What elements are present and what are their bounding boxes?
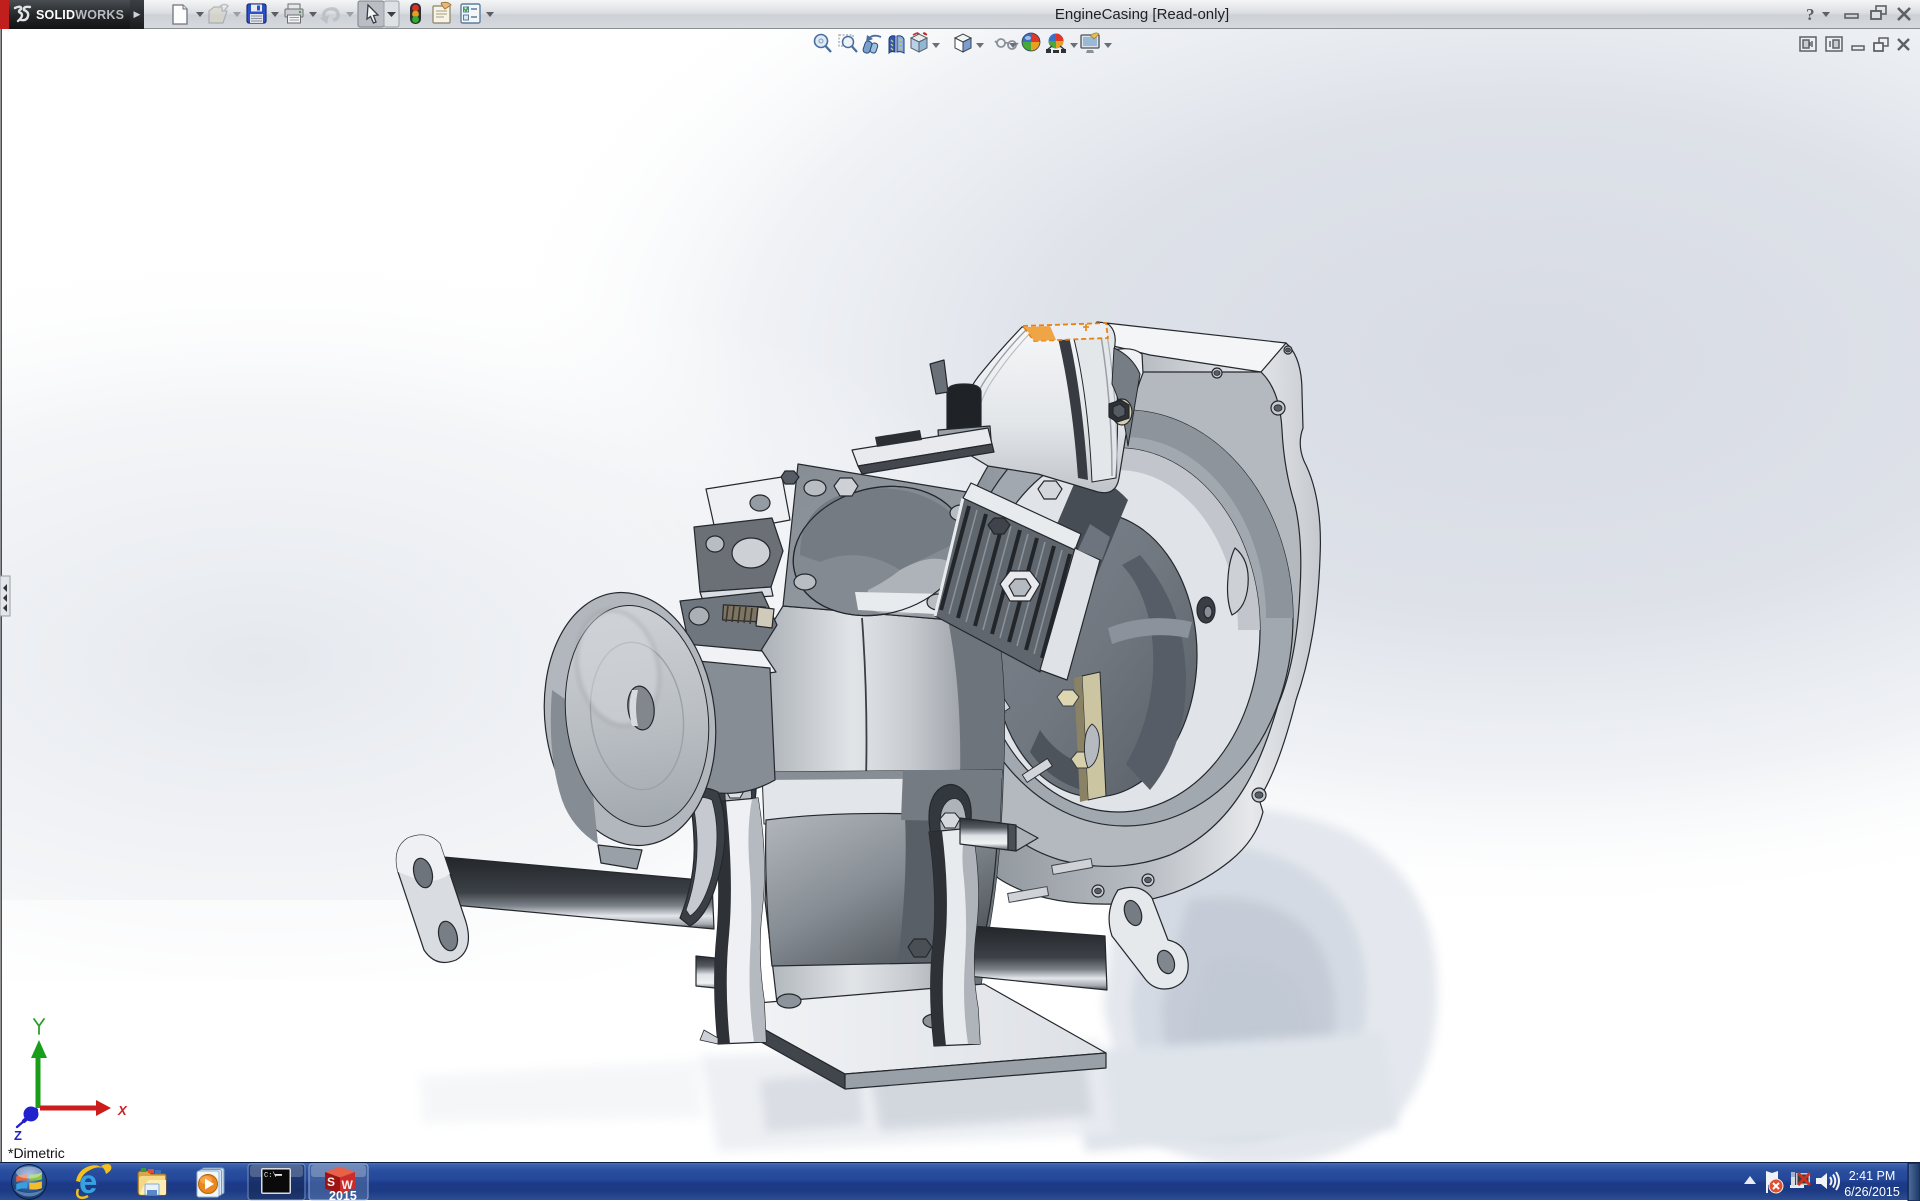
svg-text:*Dimetric: *Dimetric xyxy=(8,1145,65,1161)
svg-text:2:41 PM: 2:41 PM xyxy=(1849,1169,1896,1183)
svg-text:?: ? xyxy=(1806,5,1815,24)
svg-text:Z: Z xyxy=(14,1128,22,1143)
svg-text:X: X xyxy=(117,1103,128,1118)
svg-text:2015: 2015 xyxy=(329,1189,357,1201)
svg-text:6/26/2015: 6/26/2015 xyxy=(1844,1185,1900,1199)
svg-text:S: S xyxy=(327,1175,335,1189)
svg-text:C:\: C:\ xyxy=(264,1172,277,1180)
